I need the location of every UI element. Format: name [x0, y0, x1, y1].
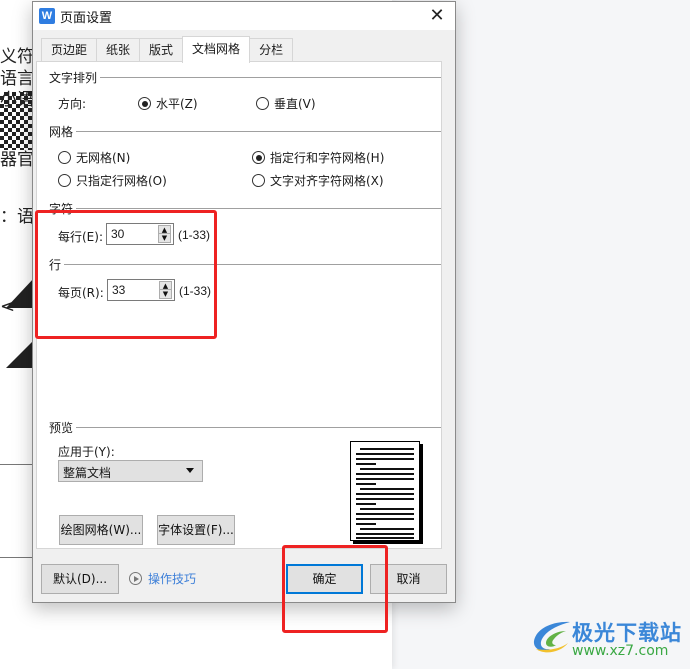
radio-checked-icon [252, 151, 265, 164]
direction-label: 方向: [58, 97, 87, 111]
preview-line [356, 453, 414, 455]
divider [49, 77, 441, 78]
tab-document-grid[interactable]: 文档网格 [182, 36, 251, 63]
preview-line [356, 513, 414, 515]
divider [49, 208, 441, 209]
dialog-titlebar[interactable]: W 页面设置 ✕ [33, 2, 455, 30]
draw-grid-button[interactable]: 绘图网格(W)... [59, 515, 143, 545]
preview-line [356, 473, 414, 475]
radio-checked-icon [138, 97, 151, 110]
dialog-title: 页面设置 [60, 11, 113, 26]
grid-group-label: 网格 [49, 123, 77, 140]
tab-paper[interactable]: 纸张 [96, 38, 141, 62]
tab-columns[interactable]: 分栏 [249, 38, 294, 62]
preview-line [356, 533, 414, 535]
radio-unchecked-icon [58, 151, 71, 164]
radio-unchecked-icon [58, 174, 71, 187]
preview-line [360, 528, 414, 530]
play-circle-icon [129, 572, 142, 585]
divider [49, 427, 441, 428]
tips-link[interactable]: 操作技巧 [129, 570, 196, 587]
dropdown-arrow-icon [186, 468, 194, 473]
preview-line [356, 483, 376, 485]
doc-shape [6, 340, 34, 368]
preview-line [360, 488, 414, 490]
doc-text-line: ：语 [0, 207, 34, 227]
preview-line [360, 448, 414, 450]
radio-label: 指定行和字符网格(H) [270, 151, 385, 165]
preview-line [356, 537, 414, 539]
tab-layout[interactable]: 版式 [139, 38, 184, 62]
doc-text-line: 器官 [0, 150, 34, 170]
radio-vertical[interactable]: 垂直(V) [256, 95, 316, 112]
radio-label: 无网格(N) [76, 151, 131, 165]
apply-to-label: 应用于(Y): [58, 445, 115, 459]
radio-horizontal[interactable]: 水平(Z) [138, 95, 198, 112]
radio-snap-to-char-grid[interactable]: 文字对齐字符网格(X) [252, 172, 384, 189]
doc-glyph: < [0, 296, 16, 317]
doc-text-line: 小语 [0, 90, 34, 110]
radio-label: 只指定行网格(O) [76, 174, 167, 188]
preview-line [356, 523, 376, 525]
radio-line-and-char-grid[interactable]: 指定行和字符网格(H) [252, 149, 384, 166]
close-icon: ✕ [429, 5, 445, 26]
preview-line [356, 498, 414, 500]
text-direction-group-label: 文字排列 [49, 69, 101, 86]
highlight-box-ok-button [282, 545, 388, 633]
highlight-box-grid-settings [35, 210, 217, 339]
preview-group-label: 预览 [49, 419, 77, 436]
default-button[interactable]: 默认(D)... [41, 564, 119, 594]
preview-line [356, 478, 414, 480]
watermark-logo-icon [533, 621, 570, 653]
watermark-url: www.xz7.com [572, 643, 669, 659]
font-settings-button[interactable]: 字体设置(F)... [157, 515, 235, 545]
apply-to-select[interactable]: 整篇文档 [58, 460, 203, 482]
doc-rule [0, 557, 34, 558]
divider [49, 131, 441, 132]
radio-no-grid[interactable]: 无网格(N) [58, 149, 130, 166]
apply-to-value: 整篇文档 [63, 466, 112, 480]
preview-line [360, 508, 414, 510]
preview-line [356, 458, 414, 460]
preview-line [356, 493, 414, 495]
preview-line [356, 518, 414, 520]
tips-label: 操作技巧 [148, 572, 197, 586]
page-preview-thumbnail [350, 441, 420, 541]
radio-label: 文字对齐字符网格(X) [270, 174, 384, 188]
wps-app-icon: W [39, 8, 55, 24]
radio-unchecked-icon [256, 97, 269, 110]
close-button[interactable]: ✕ [419, 2, 455, 30]
radio-line-grid-only[interactable]: 只指定行网格(O) [58, 172, 167, 189]
radio-label: 水平(Z) [156, 97, 198, 111]
radio-label: 垂直(V) [274, 97, 316, 111]
preview-line [356, 463, 376, 465]
tab-margins[interactable]: 页边距 [41, 38, 98, 62]
preview-line [356, 503, 376, 505]
preview-line [360, 468, 414, 470]
watermark: 极光下载站 www.xz7.com [530, 615, 690, 665]
doc-rule [0, 464, 34, 465]
radio-unchecked-icon [252, 174, 265, 187]
tab-bar: 页边距 纸张 版式 文档网格 分栏 [41, 36, 294, 63]
